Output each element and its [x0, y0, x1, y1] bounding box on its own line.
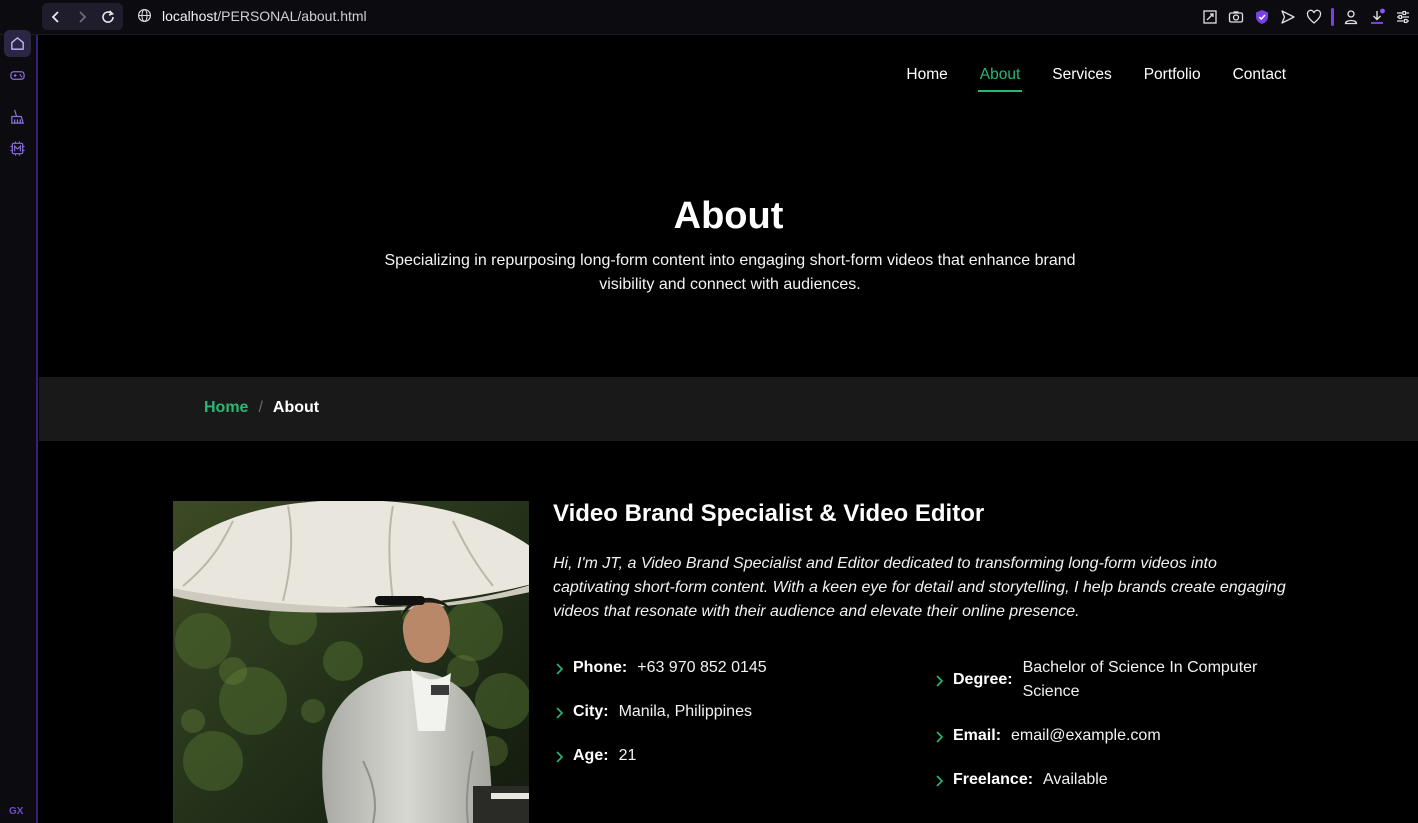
heart-icon[interactable] — [1305, 8, 1323, 26]
info-value: Available — [1043, 771, 1108, 788]
profile-icon[interactable] — [1342, 8, 1360, 26]
chevron-right-icon — [933, 668, 953, 692]
navigation-buttons — [42, 3, 123, 30]
info-value: +63 970 852 0145 — [637, 659, 767, 676]
breadcrumb-separator: / — [258, 399, 263, 416]
sidebar-memory-button[interactable] — [4, 135, 31, 162]
web-page: Home About Services Portfolio Contact Ab… — [39, 35, 1418, 823]
easy-setup-icon[interactable] — [1201, 8, 1219, 26]
about-heading: Video Brand Specialist & Video Editor — [553, 500, 985, 527]
chevron-right-icon — [933, 768, 953, 792]
chevron-right-icon — [553, 656, 573, 680]
browser-toolbar: localhost/PERSONAL/about.html — [0, 0, 1418, 35]
toolbar-separator — [1331, 8, 1334, 26]
page-title: About — [673, 195, 784, 237]
info-value: Manila, Philippines — [618, 703, 752, 720]
info-label: Email: — [953, 727, 1002, 744]
info-city: City: Manila, Philippines — [553, 700, 913, 724]
info-freelance: Freelance: Available — [933, 768, 1273, 792]
sidebar-cleaner-button[interactable] — [4, 103, 31, 130]
forward-icon[interactable] — [74, 9, 90, 25]
easy-settings-icon[interactable] — [1394, 8, 1412, 26]
browser-sidebar: GX — [0, 30, 38, 823]
breadcrumb-home-link[interactable]: Home — [204, 399, 248, 417]
breadcrumb-bar: Home / About — [39, 377, 1418, 441]
nav-services[interactable]: Services — [1052, 66, 1111, 92]
info-label: Degree: — [953, 671, 1013, 688]
info-degree: Degree: Bachelor of Science In Computer … — [933, 656, 1273, 704]
home-icon — [11, 37, 24, 50]
nav-contact[interactable]: Contact — [1233, 66, 1286, 92]
main-navigation: Home About Services Portfolio Contact — [906, 66, 1286, 92]
send-icon[interactable] — [1279, 8, 1297, 26]
page-subtitle: Specializing in repurposing long-form co… — [384, 252, 1076, 293]
info-email: Email: email@example.com — [933, 724, 1273, 748]
ram-limiter-icon — [10, 141, 25, 156]
address-bar[interactable]: localhost/PERSONAL/about.html — [162, 8, 367, 24]
download-icon[interactable] — [1368, 8, 1386, 26]
globe-icon — [137, 8, 152, 23]
url-host: localhost — [162, 8, 218, 24]
breadcrumb-current: About — [272, 399, 320, 416]
reload-icon[interactable] — [100, 9, 116, 25]
sidebar-gaming-button[interactable] — [4, 62, 31, 89]
info-label: Age: — [573, 747, 609, 764]
url-path: /PERSONAL/about.html — [217, 8, 367, 24]
chevron-right-icon — [933, 724, 953, 748]
info-label: Phone: — [573, 659, 628, 676]
back-icon[interactable] — [48, 9, 64, 25]
vpn-shield-icon[interactable] — [1253, 8, 1271, 26]
info-phone: Phone: +63 970 852 0145 — [553, 656, 913, 680]
sidebar-home-button[interactable] — [4, 30, 31, 57]
info-value: 21 — [618, 747, 637, 764]
chevron-right-icon — [553, 744, 573, 768]
info-value: Bachelor of Science In Computer Science — [1022, 659, 1258, 700]
gx-badge: GX — [9, 806, 24, 817]
nav-about[interactable]: About — [977, 66, 1022, 92]
info-value: email@example.com — [1011, 727, 1161, 744]
nav-portfolio[interactable]: Portfolio — [1144, 66, 1201, 92]
gamepad-icon — [10, 71, 25, 80]
toolbar-icons — [1201, 6, 1412, 28]
broom-icon — [11, 109, 24, 124]
info-label: Freelance: — [953, 771, 1034, 788]
profile-photo — [173, 501, 529, 823]
camera-icon[interactable] — [1227, 8, 1245, 26]
chevron-right-icon — [553, 700, 573, 724]
breadcrumb: Home / About — [204, 399, 319, 417]
nav-home[interactable]: Home — [906, 66, 947, 92]
info-age: Age: 21 — [553, 744, 913, 768]
info-label: City: — [573, 703, 609, 720]
about-description: Hi, I'm JT, a Video Brand Specialist and… — [553, 555, 1286, 620]
